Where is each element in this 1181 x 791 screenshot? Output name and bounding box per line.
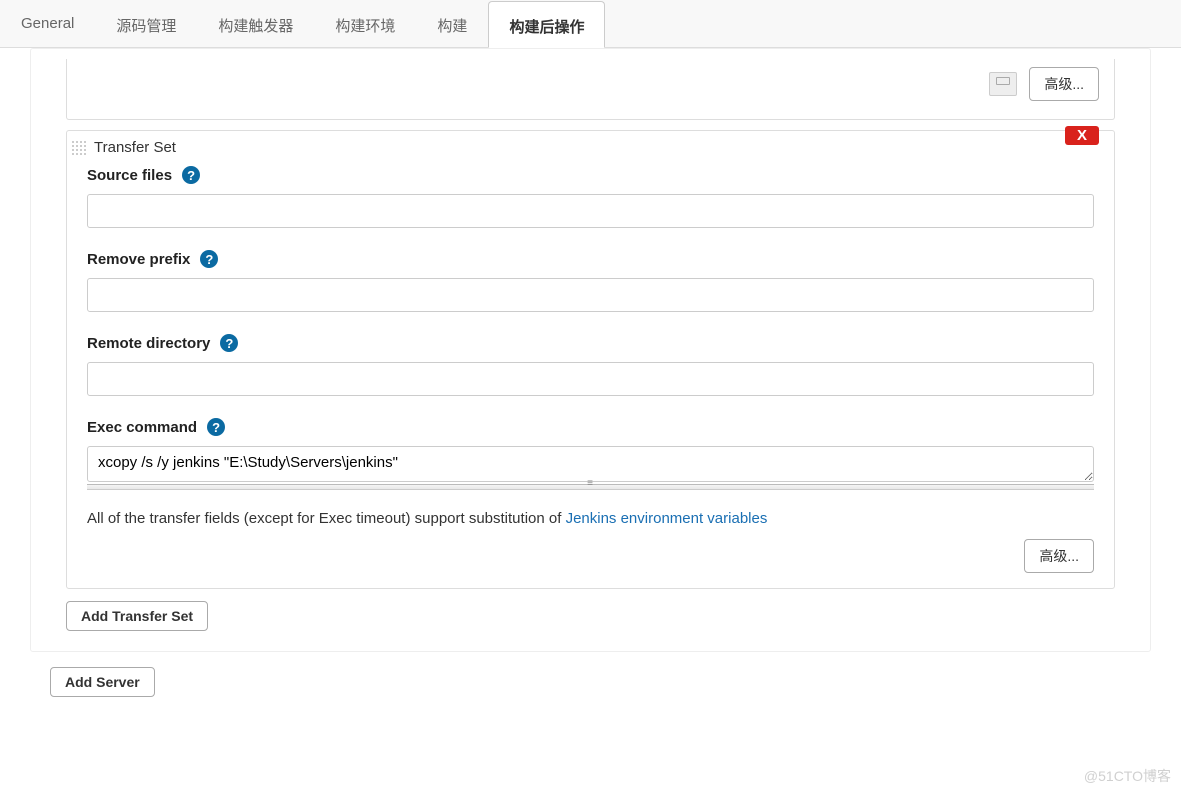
add-transfer-set-button[interactable]: Add Transfer Set: [66, 601, 208, 631]
source-files-label-text: Source files: [87, 167, 172, 184]
tab-build[interactable]: 构建: [416, 0, 488, 47]
add-transfer-row: Add Transfer Set: [66, 601, 1115, 631]
resize-handle[interactable]: [87, 484, 1094, 490]
drag-handle-icon[interactable]: [71, 140, 87, 156]
source-files-label: Source files ?: [87, 166, 1094, 184]
remove-prefix-input[interactable]: [87, 278, 1094, 312]
clipboard-icon: [989, 72, 1017, 96]
watermark-text: @51CTO博客: [1084, 766, 1171, 786]
tab-build-env[interactable]: 构建环境: [314, 0, 416, 47]
remove-prefix-label-text: Remove prefix: [87, 251, 190, 268]
remove-prefix-label: Remove prefix ?: [87, 250, 1094, 268]
remote-directory-label: Remote directory ?: [87, 334, 1094, 352]
add-server-row: Add Server: [50, 667, 1151, 697]
publisher-block: 高级... X Transfer Set Source files ?: [30, 48, 1151, 652]
transfer-set-form: Source files ? Remove prefix ? Remote di…: [67, 156, 1114, 588]
transfer-advanced-button[interactable]: 高级...: [1024, 539, 1094, 573]
delete-transfer-set-button[interactable]: X: [1065, 126, 1099, 145]
jenkins-env-vars-link[interactable]: Jenkins environment variables: [566, 510, 768, 527]
source-files-row: Source files ?: [87, 166, 1094, 228]
exec-command-row: Exec command ?: [87, 418, 1094, 490]
transfer-set-section: X Transfer Set Source files ? Remove pre…: [66, 130, 1115, 589]
advanced-row: 高级...: [87, 539, 1094, 573]
exec-command-label-text: Exec command: [87, 419, 197, 436]
help-icon[interactable]: ?: [182, 166, 200, 184]
remote-directory-input[interactable]: [87, 362, 1094, 396]
tab-triggers[interactable]: 构建触发器: [197, 0, 314, 47]
tab-post-build[interactable]: 构建后操作: [488, 1, 605, 48]
help-icon[interactable]: ?: [200, 250, 218, 268]
remote-directory-row: Remote directory ?: [87, 334, 1094, 396]
tab-scm[interactable]: 源码管理: [95, 0, 197, 47]
help-icon[interactable]: ?: [220, 334, 238, 352]
transfer-info-text: All of the transfer fields (except for E…: [87, 510, 1094, 527]
source-files-input[interactable]: [87, 194, 1094, 228]
config-tabs: General 源码管理 构建触发器 构建环境 构建 构建后操作: [0, 0, 1181, 48]
exec-command-input[interactable]: [87, 446, 1094, 482]
info-prefix: All of the transfer fields (except for E…: [87, 510, 566, 527]
tab-general[interactable]: General: [0, 0, 95, 47]
help-icon[interactable]: ?: [207, 418, 225, 436]
remote-directory-label-text: Remote directory: [87, 335, 210, 352]
exec-command-label: Exec command ?: [87, 418, 1094, 436]
previous-section-footer: 高级...: [66, 59, 1115, 120]
add-server-button[interactable]: Add Server: [50, 667, 155, 697]
transfer-set-title: Transfer Set: [94, 139, 176, 156]
previous-advanced-button[interactable]: 高级...: [1029, 67, 1099, 101]
remove-prefix-row: Remove prefix ?: [87, 250, 1094, 312]
content-area: 高级... X Transfer Set Source files ?: [0, 48, 1181, 707]
transfer-set-header: Transfer Set: [67, 131, 1114, 156]
